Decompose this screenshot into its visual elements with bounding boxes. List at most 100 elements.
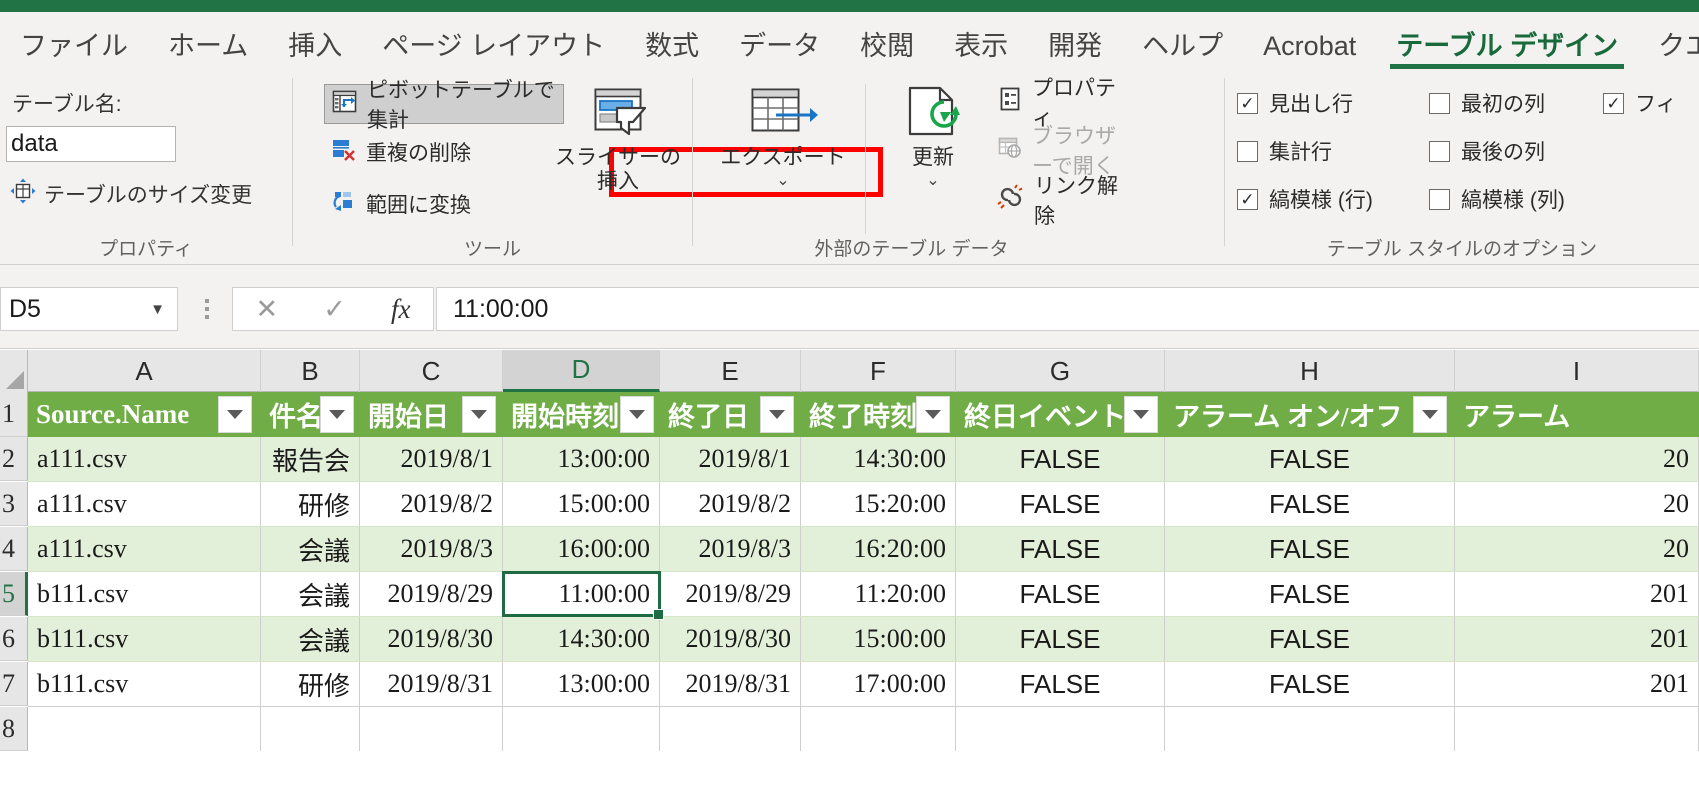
cell-g2[interactable]: FALSE <box>956 437 1165 481</box>
cell-g6[interactable]: FALSE <box>956 617 1165 661</box>
cell-a3[interactable]: a111.csv <box>28 482 261 526</box>
first-column-checkbox[interactable] <box>1429 92 1450 114</box>
tab-help[interactable]: ヘルプ <box>1122 33 1243 70</box>
cell-i3[interactable]: 20 <box>1455 482 1699 526</box>
banded-rows-checkbox[interactable]: ✓ <box>1237 188 1258 210</box>
export-chevron-down-icon[interactable]: ⌄ <box>776 172 789 190</box>
cell-h5[interactable]: FALSE <box>1165 572 1455 616</box>
filter-button-c[interactable] <box>462 396 496 433</box>
filter-button-e[interactable] <box>760 396 794 433</box>
summarize-with-pivottable-button[interactable]: ピボットテーブルで集計 <box>324 79 564 132</box>
cell-d2[interactable]: 13:00:00 <box>503 437 660 481</box>
tab-review[interactable]: 校閲 <box>840 33 934 70</box>
row-header-7[interactable]: 7 <box>0 662 28 706</box>
unlink-button[interactable]: リンク解除 <box>991 175 1130 228</box>
column-header-b[interactable]: B <box>261 350 360 392</box>
column-header-h[interactable]: H <box>1165 350 1455 392</box>
cell-g4[interactable]: FALSE <box>956 527 1165 571</box>
filter-button-a[interactable] <box>218 396 252 433</box>
tab-page-layout[interactable]: ページ レイアウト <box>362 33 625 70</box>
tab-acrobat[interactable]: Acrobat <box>1243 33 1376 70</box>
cell-a4[interactable]: a111.csv <box>28 527 261 571</box>
cell-d4[interactable]: 16:00:00 <box>503 527 660 571</box>
cell-b3[interactable]: 研修 <box>261 482 360 526</box>
row-header-8[interactable]: 8 <box>0 707 28 751</box>
cell-g5[interactable]: FALSE <box>956 572 1165 616</box>
cell-d6[interactable]: 14:30:00 <box>503 617 660 661</box>
tab-view[interactable]: 表示 <box>934 33 1028 70</box>
cell-f3[interactable]: 15:20:00 <box>801 482 956 526</box>
cell-e6[interactable]: 2019/8/30 <box>660 617 801 661</box>
option-last-column[interactable]: 最後の列 <box>1429 136 1545 166</box>
row-header-6[interactable]: 6 <box>0 617 28 661</box>
cell-h2[interactable]: FALSE <box>1165 437 1455 481</box>
row-header-2[interactable]: 2 <box>0 437 28 481</box>
cell-i8[interactable] <box>1455 707 1699 751</box>
cell-e7[interactable]: 2019/8/31 <box>660 662 801 706</box>
cell-b2[interactable]: 報告会 <box>261 437 360 481</box>
refresh-button[interactable]: 更新 ⌄ <box>873 80 993 191</box>
option-banded-rows[interactable]: ✓ 縞模様 (行) <box>1237 184 1373 214</box>
table-header-alarm[interactable]: アラーム <box>1455 392 1699 437</box>
select-all-corner-button[interactable] <box>0 350 28 392</box>
banded-columns-checkbox[interactable] <box>1429 188 1450 210</box>
cell-h3[interactable]: FALSE <box>1165 482 1455 526</box>
option-total-row[interactable]: 集計行 <box>1237 136 1332 166</box>
column-header-c[interactable]: C <box>360 350 503 392</box>
cell-a2[interactable]: a111.csv <box>28 437 261 481</box>
insert-slicer-button[interactable]: スライサーの 挿入 <box>548 80 688 194</box>
option-filter-button[interactable]: ✓ フィ <box>1603 88 1677 118</box>
tab-data[interactable]: データ <box>719 33 840 70</box>
column-header-g[interactable]: G <box>956 350 1165 392</box>
resize-table-button[interactable]: テーブルのサイズ変更 <box>10 178 252 210</box>
filter-button-g[interactable] <box>1124 396 1158 433</box>
row-header-4[interactable]: 4 <box>0 527 28 571</box>
formula-bar-drag-handle[interactable] <box>196 289 218 329</box>
cell-d5[interactable]: 11:00:00 <box>503 572 660 616</box>
cell-e2[interactable]: 2019/8/1 <box>660 437 801 481</box>
cell-b4[interactable]: 会議 <box>261 527 360 571</box>
row-header-3[interactable]: 3 <box>0 482 28 526</box>
row-header-5[interactable]: 5 <box>0 572 28 616</box>
cell-c8[interactable] <box>360 707 503 751</box>
cell-f5[interactable]: 11:20:00 <box>801 572 956 616</box>
option-first-column[interactable]: 最初の列 <box>1429 88 1545 118</box>
filter-button-h[interactable] <box>1413 396 1447 433</box>
cell-f7[interactable]: 17:00:00 <box>801 662 956 706</box>
convert-to-range-button[interactable]: 範囲に変換 <box>324 184 477 224</box>
filter-button-b[interactable] <box>320 396 354 433</box>
filter-button-f[interactable] <box>916 396 950 433</box>
table-header-alarm-onoff[interactable]: アラーム オン/オフ <box>1165 392 1455 437</box>
cell-b6[interactable]: 会議 <box>261 617 360 661</box>
column-header-i[interactable]: I <box>1455 350 1699 392</box>
cell-b7[interactable]: 研修 <box>261 662 360 706</box>
cell-e3[interactable]: 2019/8/2 <box>660 482 801 526</box>
cell-i6[interactable]: 201 <box>1455 617 1699 661</box>
last-column-checkbox[interactable] <box>1429 140 1450 162</box>
cell-a7[interactable]: b111.csv <box>28 662 261 706</box>
cell-b5[interactable]: 会議 <box>261 572 360 616</box>
total-row-checkbox[interactable] <box>1237 140 1258 162</box>
cell-h7[interactable]: FALSE <box>1165 662 1455 706</box>
tab-query[interactable]: クエリ <box>1638 33 1699 70</box>
cell-i5[interactable]: 201 <box>1455 572 1699 616</box>
tab-developer[interactable]: 開発 <box>1028 33 1122 70</box>
formula-input[interactable]: 11:00:00 <box>436 287 1699 331</box>
cell-e8[interactable] <box>660 707 801 751</box>
cell-e4[interactable]: 2019/8/3 <box>660 527 801 571</box>
name-box-chevron-down-icon[interactable]: ▼ <box>150 301 177 318</box>
cell-c3[interactable]: 2019/8/2 <box>360 482 503 526</box>
tab-home[interactable]: ホーム <box>148 33 268 70</box>
tab-file[interactable]: ファイル <box>0 33 148 70</box>
cell-c2[interactable]: 2019/8/1 <box>360 437 503 481</box>
cell-e5[interactable]: 2019/8/29 <box>660 572 801 616</box>
cell-g7[interactable]: FALSE <box>956 662 1165 706</box>
column-header-f[interactable]: F <box>801 350 956 392</box>
cell-g3[interactable]: FALSE <box>956 482 1165 526</box>
insert-function-icon[interactable]: fx <box>391 294 411 325</box>
cell-i4[interactable]: 20 <box>1455 527 1699 571</box>
cell-b8[interactable] <box>261 707 360 751</box>
cell-c4[interactable]: 2019/8/3 <box>360 527 503 571</box>
export-button[interactable]: エクスポート ⌄ <box>713 80 853 191</box>
cell-f8[interactable] <box>801 707 956 751</box>
